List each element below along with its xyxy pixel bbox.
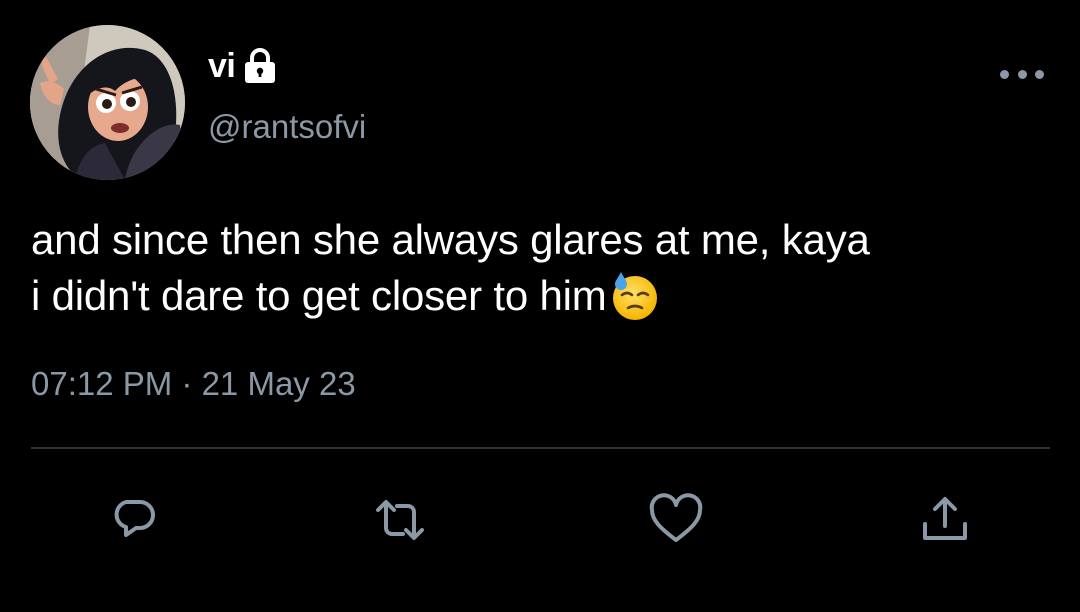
retweet-icon xyxy=(376,500,424,540)
tweet-timestamp[interactable]: 07:12 PM · 21 May 23 xyxy=(31,365,356,403)
tweet-text: and since then she always glares at me, … xyxy=(31,212,1061,324)
display-name[interactable]: vi xyxy=(208,47,236,86)
cartoon-avatar-image xyxy=(30,25,185,180)
tweet-text-line: and since then she always glares at me, … xyxy=(31,216,870,263)
heart-icon xyxy=(649,493,703,542)
more-dot xyxy=(1017,69,1027,79)
share-button[interactable] xyxy=(915,490,975,550)
more-dot xyxy=(1035,69,1044,79)
downcast-face-with-sweat-emoji xyxy=(612,272,657,320)
tweet-text-line-with-emoji: i didn't dare to get closer to him xyxy=(31,268,1061,324)
reply-button[interactable] xyxy=(106,490,166,550)
author-handle[interactable]: @rantsofvi xyxy=(208,108,366,146)
action-bar xyxy=(0,490,1080,550)
retweet-button[interactable] xyxy=(370,490,430,550)
tweet-card: vi @rantsofvi and since then she always … xyxy=(0,0,1080,612)
author-name-row: vi xyxy=(208,44,277,88)
lock-icon xyxy=(245,48,276,83)
more-options-button[interactable] xyxy=(1000,64,1044,84)
share-icon xyxy=(923,497,967,540)
like-button[interactable] xyxy=(646,490,706,550)
reply-icon xyxy=(114,500,155,537)
divider xyxy=(31,447,1050,449)
avatar[interactable] xyxy=(30,25,185,180)
more-horizontal-icon xyxy=(1000,69,1009,79)
tweet-text-line: i didn't dare to get closer to him xyxy=(31,272,607,319)
